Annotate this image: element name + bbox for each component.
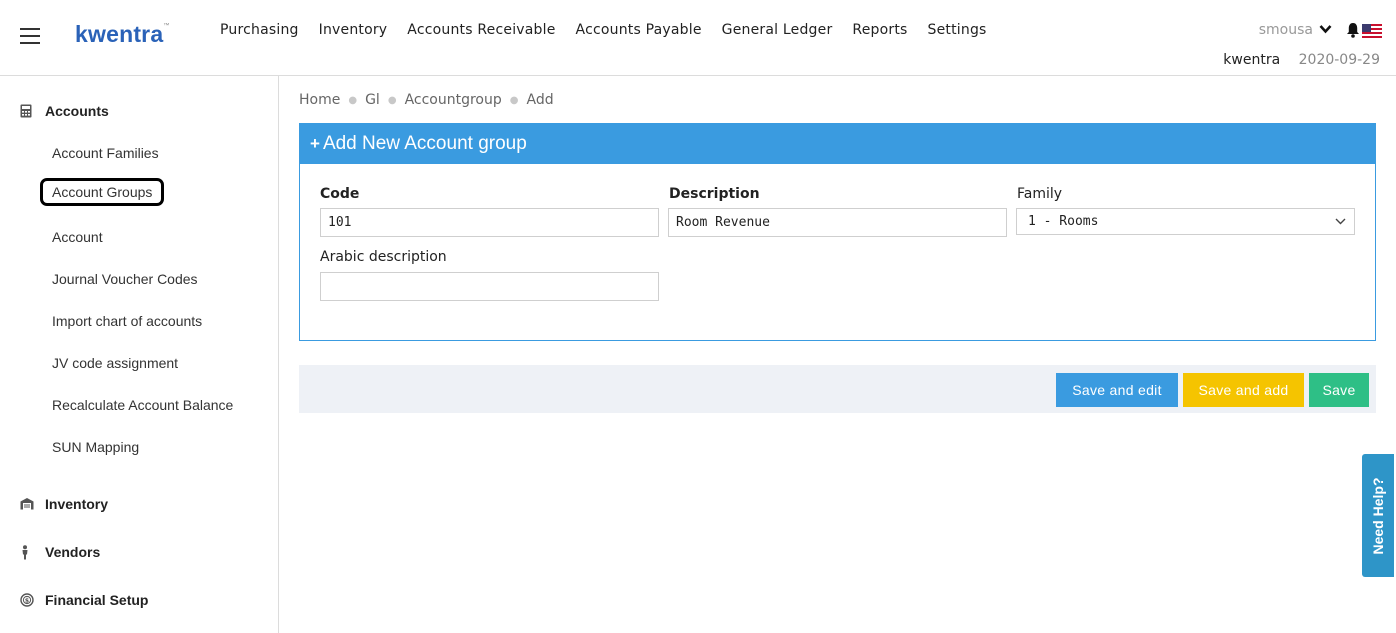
company-name: kwentra bbox=[1223, 52, 1281, 68]
plus-icon: + bbox=[310, 134, 320, 153]
app-logo[interactable]: kwentra™ bbox=[75, 21, 170, 48]
svg-text:$: $ bbox=[25, 598, 29, 605]
username[interactable]: smousa bbox=[1259, 22, 1313, 38]
coin-icon: $ bbox=[20, 593, 34, 607]
description-label: Description bbox=[669, 186, 760, 202]
sidebar-section-label: Accounts bbox=[45, 103, 109, 119]
bell-icon[interactable] bbox=[1346, 22, 1360, 38]
form-action-bar: Save and edit Save and add Save bbox=[299, 365, 1376, 413]
sidebar-section-label: Financial Setup bbox=[45, 592, 149, 608]
calculator-icon bbox=[20, 104, 34, 118]
warehouse-icon bbox=[20, 497, 34, 511]
nav-settings[interactable]: Settings bbox=[928, 22, 987, 38]
breadcrumb-gl[interactable]: Gl bbox=[365, 92, 380, 108]
sidebar-item-account-families[interactable]: Account Families bbox=[52, 145, 159, 161]
arabic-description-field[interactable] bbox=[320, 272, 659, 301]
session-date: 2020-09-29 bbox=[1298, 52, 1380, 68]
nav-accounts-payable[interactable]: Accounts Payable bbox=[576, 22, 702, 38]
nav-accounts-receivable[interactable]: Accounts Receivable bbox=[407, 22, 555, 38]
chevron-down-icon[interactable] bbox=[1319, 23, 1332, 38]
sidebar-section-label: Inventory bbox=[45, 496, 109, 512]
panel-header: + Add New Account group bbox=[300, 124, 1375, 164]
us-flag-icon[interactable] bbox=[1362, 23, 1382, 38]
hamburger-menu-icon[interactable] bbox=[20, 28, 40, 44]
family-label: Family bbox=[1017, 186, 1063, 202]
main-nav: Purchasing Inventory Accounts Receivable… bbox=[220, 22, 1007, 38]
nav-purchasing[interactable]: Purchasing bbox=[220, 22, 299, 38]
need-help-label: Need Help? bbox=[1370, 476, 1386, 555]
session-info: kwentra 2020-09-29 bbox=[1223, 52, 1380, 68]
save-and-edit-button[interactable]: Save and edit bbox=[1056, 373, 1178, 407]
code-label: Code bbox=[320, 186, 360, 202]
arabic-description-label: Arabic description bbox=[320, 249, 447, 265]
sidebar-item-jv-code-assignment[interactable]: JV code assignment bbox=[52, 355, 178, 371]
sidebar-section-accounts[interactable]: Accounts bbox=[20, 103, 109, 119]
breadcrumb-current: Add bbox=[526, 92, 554, 108]
sidebar-item-recalculate-balance[interactable]: Recalculate Account Balance bbox=[52, 397, 233, 413]
sidebar-item-sun-mapping[interactable]: SUN Mapping bbox=[52, 439, 139, 455]
sidebar-item-import-chart[interactable]: Import chart of accounts bbox=[52, 313, 202, 329]
family-selected-value: 1 - Rooms bbox=[1028, 214, 1099, 229]
sidebar-section-inventory[interactable]: Inventory bbox=[20, 496, 108, 512]
user-menu[interactable]: smousa bbox=[1259, 22, 1360, 38]
family-select[interactable]: 1 - Rooms bbox=[1016, 208, 1355, 235]
save-button[interactable]: Save bbox=[1309, 373, 1369, 407]
panel-title: Add New Account group bbox=[322, 133, 527, 154]
breadcrumb: Home ● Gl ● Accountgroup ● Add bbox=[299, 92, 554, 108]
sidebar-item-journal-voucher-codes[interactable]: Journal Voucher Codes bbox=[52, 271, 198, 287]
sidebar-item-account[interactable]: Account bbox=[52, 229, 103, 245]
save-and-add-button[interactable]: Save and add bbox=[1183, 373, 1304, 407]
code-field[interactable]: 101 bbox=[320, 208, 659, 237]
nav-reports[interactable]: Reports bbox=[852, 22, 907, 38]
sidebar-item-account-groups[interactable]: Account Groups bbox=[40, 178, 165, 206]
need-help-tab[interactable]: Need Help? bbox=[1362, 454, 1394, 577]
description-field[interactable]: Room Revenue bbox=[668, 208, 1007, 237]
sidebar: Accounts Account Families Account Groups… bbox=[0, 76, 279, 633]
logo-text: kwentra bbox=[75, 21, 164, 47]
breadcrumb-accountgroup[interactable]: Accountgroup bbox=[405, 92, 502, 108]
top-header: kwentra™ Purchasing Inventory Accounts R… bbox=[0, 0, 1396, 76]
sidebar-section-vendors[interactable]: Vendors bbox=[20, 544, 100, 560]
chevron-down-icon bbox=[1335, 214, 1346, 228]
sidebar-section-label: Vendors bbox=[45, 544, 101, 560]
breadcrumb-separator: ● bbox=[509, 94, 519, 106]
nav-general-ledger[interactable]: General Ledger bbox=[722, 22, 833, 38]
trademark-mark: ™ bbox=[163, 23, 170, 29]
sidebar-section-financial-setup[interactable]: $ Financial Setup bbox=[20, 592, 148, 608]
nav-inventory[interactable]: Inventory bbox=[319, 22, 388, 38]
breadcrumb-home[interactable]: Home bbox=[299, 92, 340, 108]
breadcrumb-separator: ● bbox=[387, 94, 397, 106]
breadcrumb-separator: ● bbox=[348, 94, 358, 106]
person-icon bbox=[20, 545, 34, 560]
